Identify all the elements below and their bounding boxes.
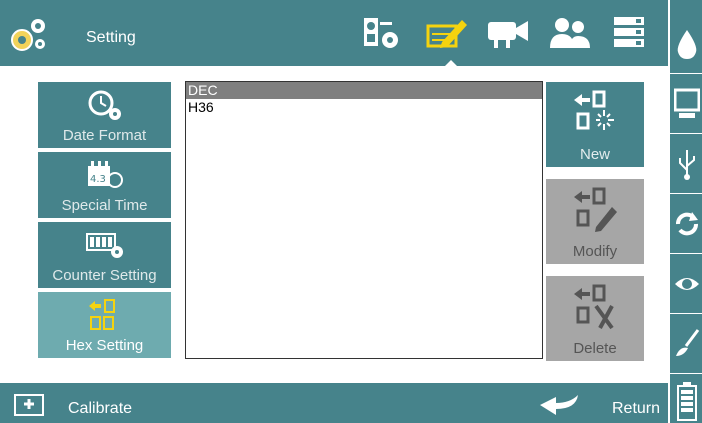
- calendar-clock-icon: 4.3: [88, 161, 123, 188]
- hex-convert-icon: [89, 299, 115, 330]
- menu-item-label: Special Time: [61, 197, 148, 214]
- page-title: Setting: [86, 29, 136, 46]
- brush-icon: [676, 329, 700, 356]
- device-settings-icon[interactable]: [362, 16, 402, 50]
- active-tab-indicator: [444, 60, 458, 67]
- server-icon[interactable]: [610, 16, 650, 50]
- settings-gears-icon: [11, 19, 45, 51]
- menu-item-hex-setting[interactable]: Hex Setting: [38, 292, 171, 358]
- sidebar-item-power[interactable]: [670, 374, 702, 423]
- menu-item-label: Date Format: [62, 127, 147, 144]
- sidebar-item-ink[interactable]: [670, 14, 702, 74]
- modify-hex-icon: [574, 187, 617, 232]
- menu-item-label: Hex Setting: [65, 337, 144, 354]
- usb-icon: [679, 150, 695, 180]
- users-icon[interactable]: [548, 16, 592, 50]
- top-bar: Setting: [0, 0, 668, 67]
- menu-item-counter-setting[interactable]: Counter Setting: [38, 222, 171, 288]
- delete-hex-icon: [574, 284, 614, 330]
- new-button-label: New: [579, 146, 610, 163]
- sidebar-item-display[interactable]: [670, 74, 702, 134]
- return-arrow-icon[interactable]: [536, 393, 580, 417]
- modify-button-label: Modify: [572, 243, 618, 260]
- list-item[interactable]: H36: [186, 99, 542, 116]
- sidebar-item-view[interactable]: [670, 254, 702, 314]
- menu-item-special-time[interactable]: 4.3 Special Time: [38, 152, 171, 218]
- battery-icon: [677, 382, 697, 421]
- modify-button[interactable]: Modify: [546, 179, 644, 264]
- edit-tab-icon[interactable]: [424, 16, 468, 50]
- camera-icon[interactable]: [486, 16, 530, 50]
- menu-item-date-format[interactable]: Date Format: [38, 82, 171, 148]
- calibrate-icon[interactable]: [14, 393, 46, 419]
- sidebar-item-usb[interactable]: [670, 134, 702, 194]
- new-hex-icon: [574, 90, 614, 130]
- monitor-icon: [674, 88, 700, 118]
- eye-icon: [675, 278, 699, 290]
- svg-text:4.3: 4.3: [90, 174, 106, 185]
- delete-button[interactable]: Delete: [546, 276, 644, 361]
- sidebar-item-clean[interactable]: [670, 314, 702, 374]
- list-item[interactable]: DEC: [186, 82, 542, 99]
- new-button[interactable]: New: [546, 82, 644, 167]
- right-sidebar: [668, 0, 702, 423]
- menu-item-label: Counter Setting: [52, 267, 157, 284]
- ink-drop-icon: [677, 30, 697, 59]
- calibrate-button[interactable]: Calibrate: [68, 400, 132, 418]
- bottom-bar: Calibrate Return: [0, 383, 668, 423]
- hex-list[interactable]: DEC H36: [185, 81, 543, 359]
- counter-gear-icon: [86, 233, 123, 258]
- sidebar-item-sync[interactable]: [670, 194, 702, 254]
- return-button[interactable]: Return: [612, 400, 660, 418]
- delete-button-label: Delete: [573, 340, 617, 357]
- clock-gear-icon: [88, 90, 121, 120]
- refresh-icon: [676, 212, 698, 236]
